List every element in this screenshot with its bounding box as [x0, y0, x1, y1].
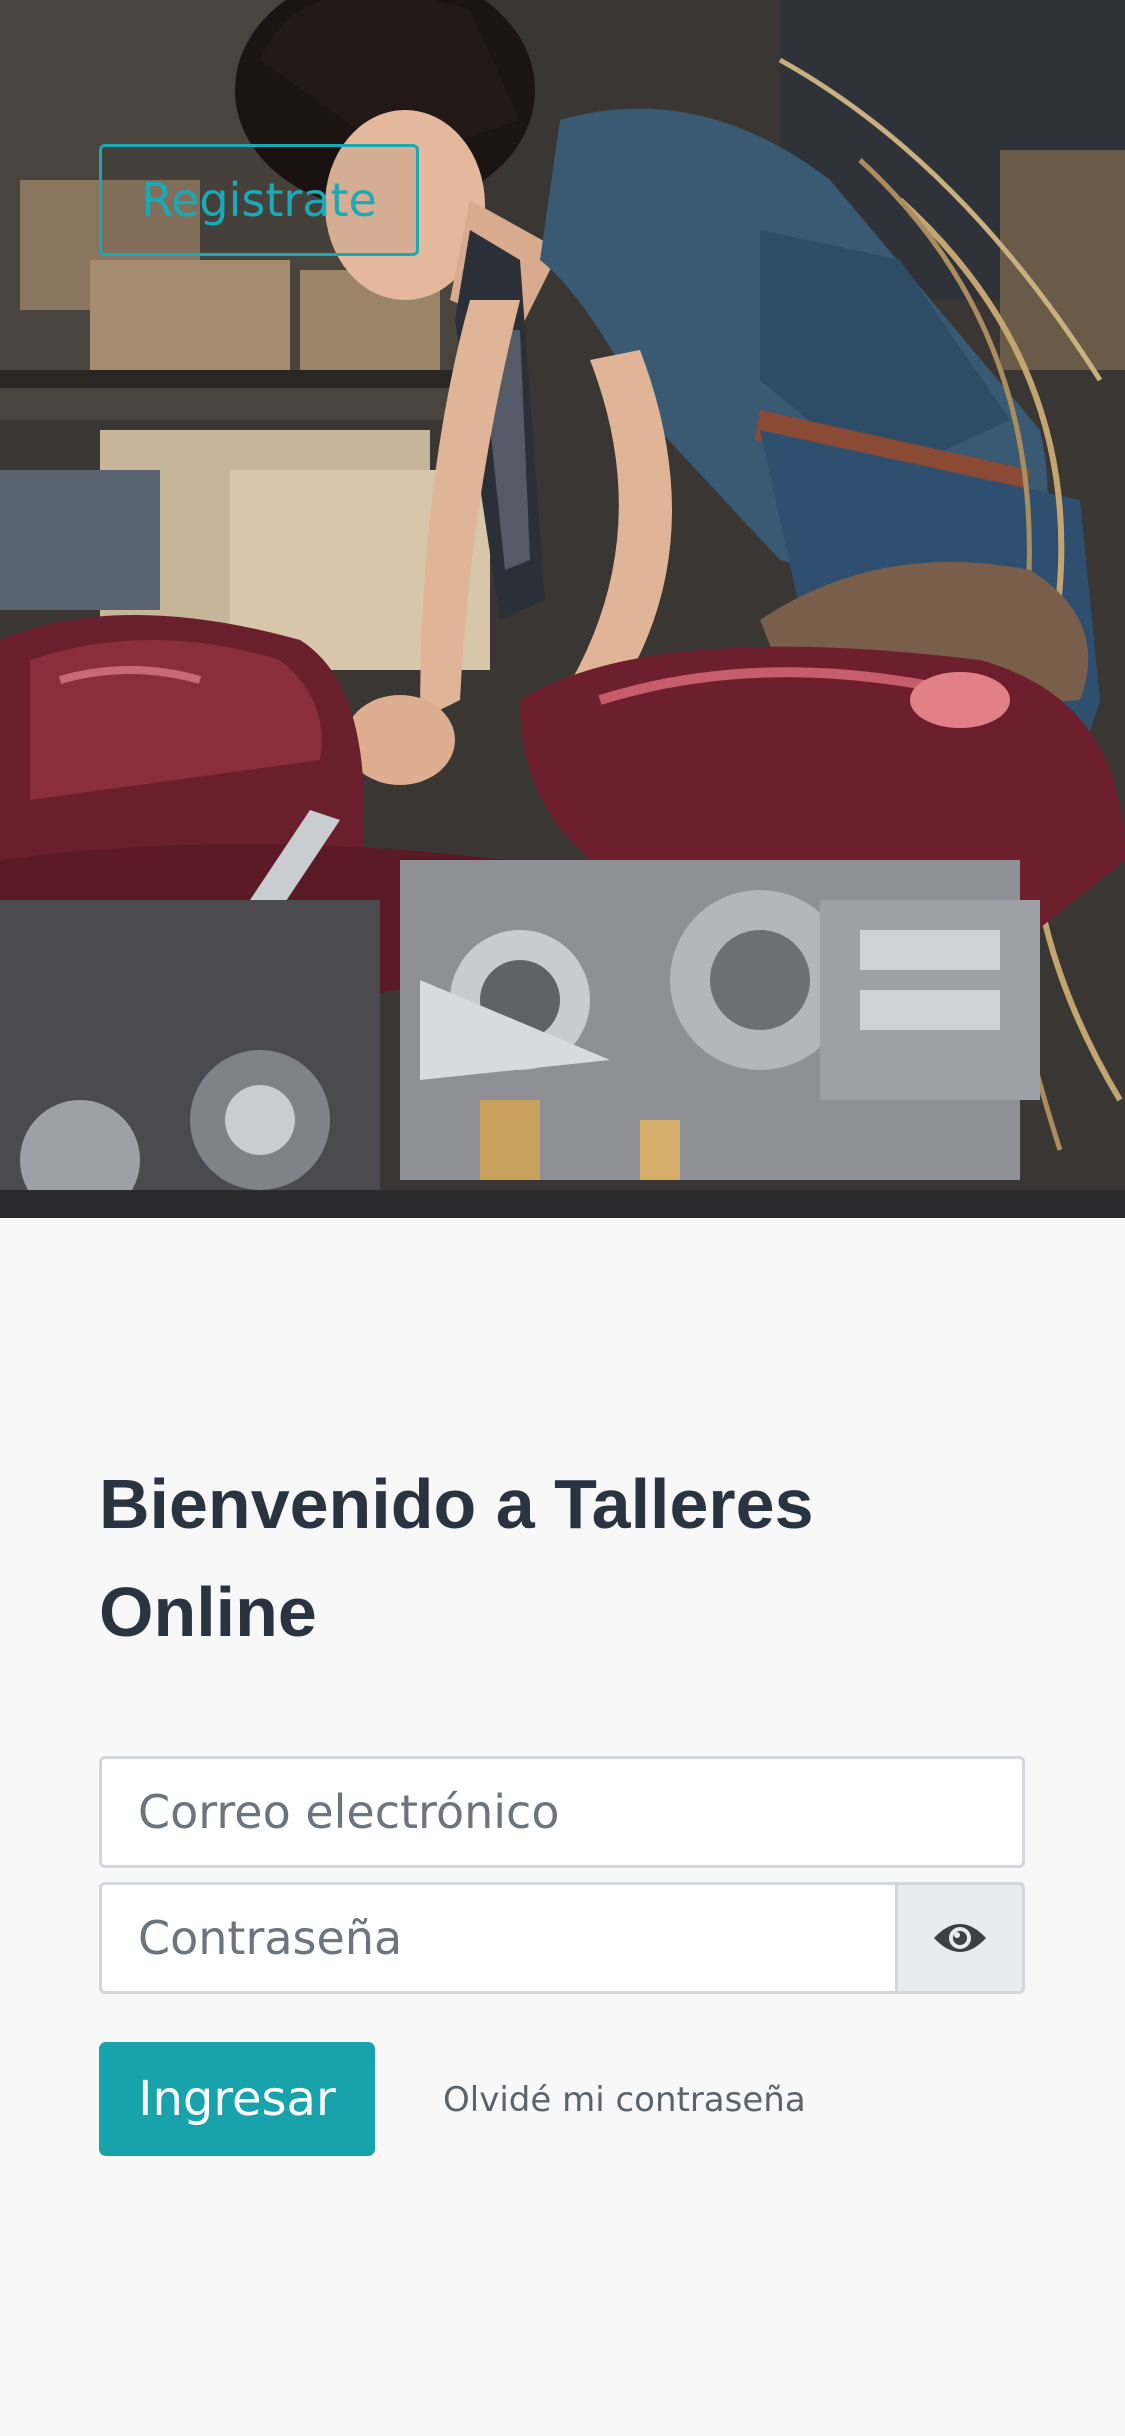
- page-title: Bienvenido a Talleres Online: [99, 1450, 1025, 1666]
- hero-image: Registrate: [0, 0, 1125, 1218]
- show-password-toggle[interactable]: [895, 1882, 1025, 1994]
- login-form: Bienvenido a Talleres Online Ingresar Ol…: [99, 1450, 1025, 2156]
- email-field[interactable]: [99, 1756, 1025, 1868]
- page-title-line-1: Bienvenido a Talleres: [99, 1465, 814, 1543]
- login-button[interactable]: Ingresar: [99, 2042, 375, 2156]
- page-title-line-2: Online: [99, 1573, 317, 1651]
- eye-icon: [934, 1924, 986, 1952]
- password-field[interactable]: [99, 1882, 895, 1994]
- password-group: [99, 1882, 1025, 1994]
- register-button[interactable]: Registrate: [99, 144, 419, 256]
- forgot-password-link[interactable]: Olvidé mi contraseña: [443, 2072, 806, 2128]
